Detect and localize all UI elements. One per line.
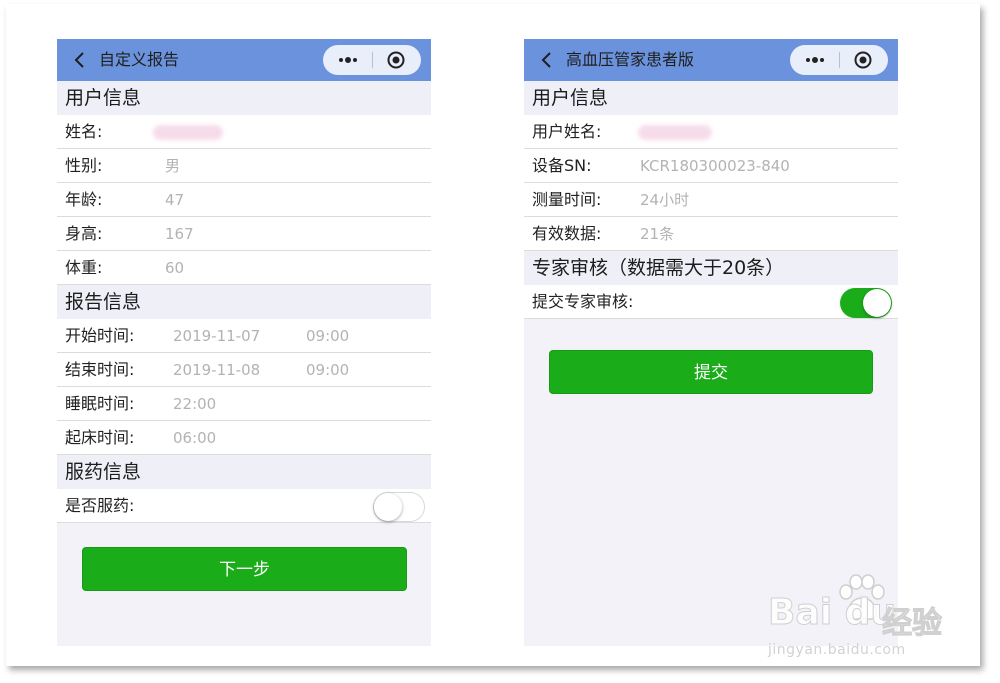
row-label: 身高: bbox=[65, 224, 103, 243]
capsule-menu bbox=[790, 45, 888, 75]
nav-title: 高血压管家患者版 bbox=[566, 50, 695, 69]
more-icon[interactable] bbox=[804, 54, 826, 66]
gender-value: 男 bbox=[165, 157, 181, 175]
navbar: 自定义报告 bbox=[57, 39, 431, 81]
row-end-time[interactable]: 结束时间: 2019-11-08 09:00 bbox=[57, 353, 431, 387]
baidu-jingyan-watermark: Bai du 经验 jingyan.baidu.com bbox=[766, 574, 966, 666]
section-header-user-info: 用户信息 bbox=[57, 81, 431, 115]
device-sn-value: KCR180300023-840 bbox=[640, 157, 790, 175]
toggle-knob bbox=[863, 289, 891, 317]
row-label: 年龄: bbox=[65, 190, 103, 209]
wake-time-value[interactable]: 06:00 bbox=[173, 421, 216, 455]
row-label: 起床时间: bbox=[65, 428, 135, 447]
close-miniprogram-icon[interactable] bbox=[387, 51, 405, 69]
expert-review-toggle[interactable] bbox=[840, 288, 892, 318]
sleep-time-value[interactable]: 22:00 bbox=[173, 387, 216, 421]
capsule-divider bbox=[372, 52, 373, 68]
left-phone-screen: 自定义报告 用户信息 姓名: 性别: 男 年龄: 47 身高: 167 体重: … bbox=[57, 39, 431, 646]
row-wake-time[interactable]: 起床时间: 06:00 bbox=[57, 421, 431, 455]
watermark-url: jingyan.baidu.com bbox=[768, 642, 906, 658]
back-chevron-icon[interactable] bbox=[71, 51, 89, 69]
row-label: 体重: bbox=[65, 258, 103, 277]
row-label: 姓名: bbox=[65, 122, 103, 141]
row-height[interactable]: 身高: 167 bbox=[57, 217, 431, 251]
watermark-cn: 经验 bbox=[882, 606, 943, 642]
redacted-name bbox=[153, 125, 223, 140]
start-date-value[interactable]: 2019-11-07 bbox=[173, 319, 260, 353]
submit-button[interactable]: 提交 bbox=[549, 350, 873, 394]
section-header-medication-info: 服药信息 bbox=[57, 455, 431, 489]
row-start-time[interactable]: 开始时间: 2019-11-07 09:00 bbox=[57, 319, 431, 353]
right-phone-screen: 高血压管家患者版 用户信息 用户姓名: 设备SN: KCR180300023-8… bbox=[524, 39, 898, 646]
back-chevron-icon[interactable] bbox=[538, 51, 556, 69]
capsule-menu bbox=[323, 45, 421, 75]
nav-title: 自定义报告 bbox=[99, 50, 180, 69]
end-date-value[interactable]: 2019-11-08 bbox=[173, 353, 260, 387]
medication-toggle[interactable] bbox=[373, 492, 425, 522]
row-label: 是否服药: bbox=[65, 496, 135, 515]
row-device-sn[interactable]: 设备SN: KCR180300023-840 bbox=[524, 149, 898, 183]
close-miniprogram-icon[interactable] bbox=[854, 51, 872, 69]
height-value: 167 bbox=[165, 225, 194, 243]
row-label: 结束时间: bbox=[65, 360, 135, 379]
start-time-value[interactable]: 09:00 bbox=[306, 319, 349, 353]
row-label: 性别: bbox=[65, 156, 103, 175]
row-label: 睡眠时间: bbox=[65, 394, 135, 413]
valid-data-value: 21条 bbox=[640, 225, 675, 243]
age-value: 47 bbox=[165, 191, 185, 209]
row-label: 设备SN: bbox=[532, 156, 592, 175]
next-step-button[interactable]: 下一步 bbox=[82, 547, 407, 591]
row-user-name[interactable]: 用户姓名: bbox=[524, 115, 898, 149]
weight-value: 60 bbox=[165, 259, 185, 277]
row-weight[interactable]: 体重: 60 bbox=[57, 251, 431, 285]
row-age[interactable]: 年龄: 47 bbox=[57, 183, 431, 217]
row-label: 开始时间: bbox=[65, 326, 135, 345]
capsule-divider bbox=[839, 52, 840, 68]
row-valid-data[interactable]: 有效数据: 21条 bbox=[524, 217, 898, 251]
row-label: 有效数据: bbox=[532, 224, 602, 243]
row-name[interactable]: 姓名: bbox=[57, 115, 431, 149]
more-icon[interactable] bbox=[337, 54, 359, 66]
section-header-user-info: 用户信息 bbox=[524, 81, 898, 115]
section-header-report-info: 报告信息 bbox=[57, 285, 431, 319]
row-medication: 是否服药: bbox=[57, 489, 431, 523]
row-label: 测量时间: bbox=[532, 190, 602, 209]
end-time-value[interactable]: 09:00 bbox=[306, 353, 349, 387]
watermark-brand: Bai du bbox=[767, 592, 897, 634]
row-label: 提交专家审核: bbox=[532, 292, 634, 311]
measure-time-value: 24小时 bbox=[640, 191, 690, 209]
row-measure-time[interactable]: 测量时间: 24小时 bbox=[524, 183, 898, 217]
row-gender[interactable]: 性别: 男 bbox=[57, 149, 431, 183]
section-header-expert-review: 专家审核（数据需大于20条） bbox=[524, 251, 898, 285]
row-expert-review: 提交专家审核: bbox=[524, 285, 898, 319]
navbar: 高血压管家患者版 bbox=[524, 39, 898, 81]
row-sleep-time[interactable]: 睡眠时间: 22:00 bbox=[57, 387, 431, 421]
toggle-knob bbox=[374, 493, 402, 521]
redacted-user-name bbox=[638, 125, 712, 140]
row-label: 用户姓名: bbox=[532, 122, 602, 141]
